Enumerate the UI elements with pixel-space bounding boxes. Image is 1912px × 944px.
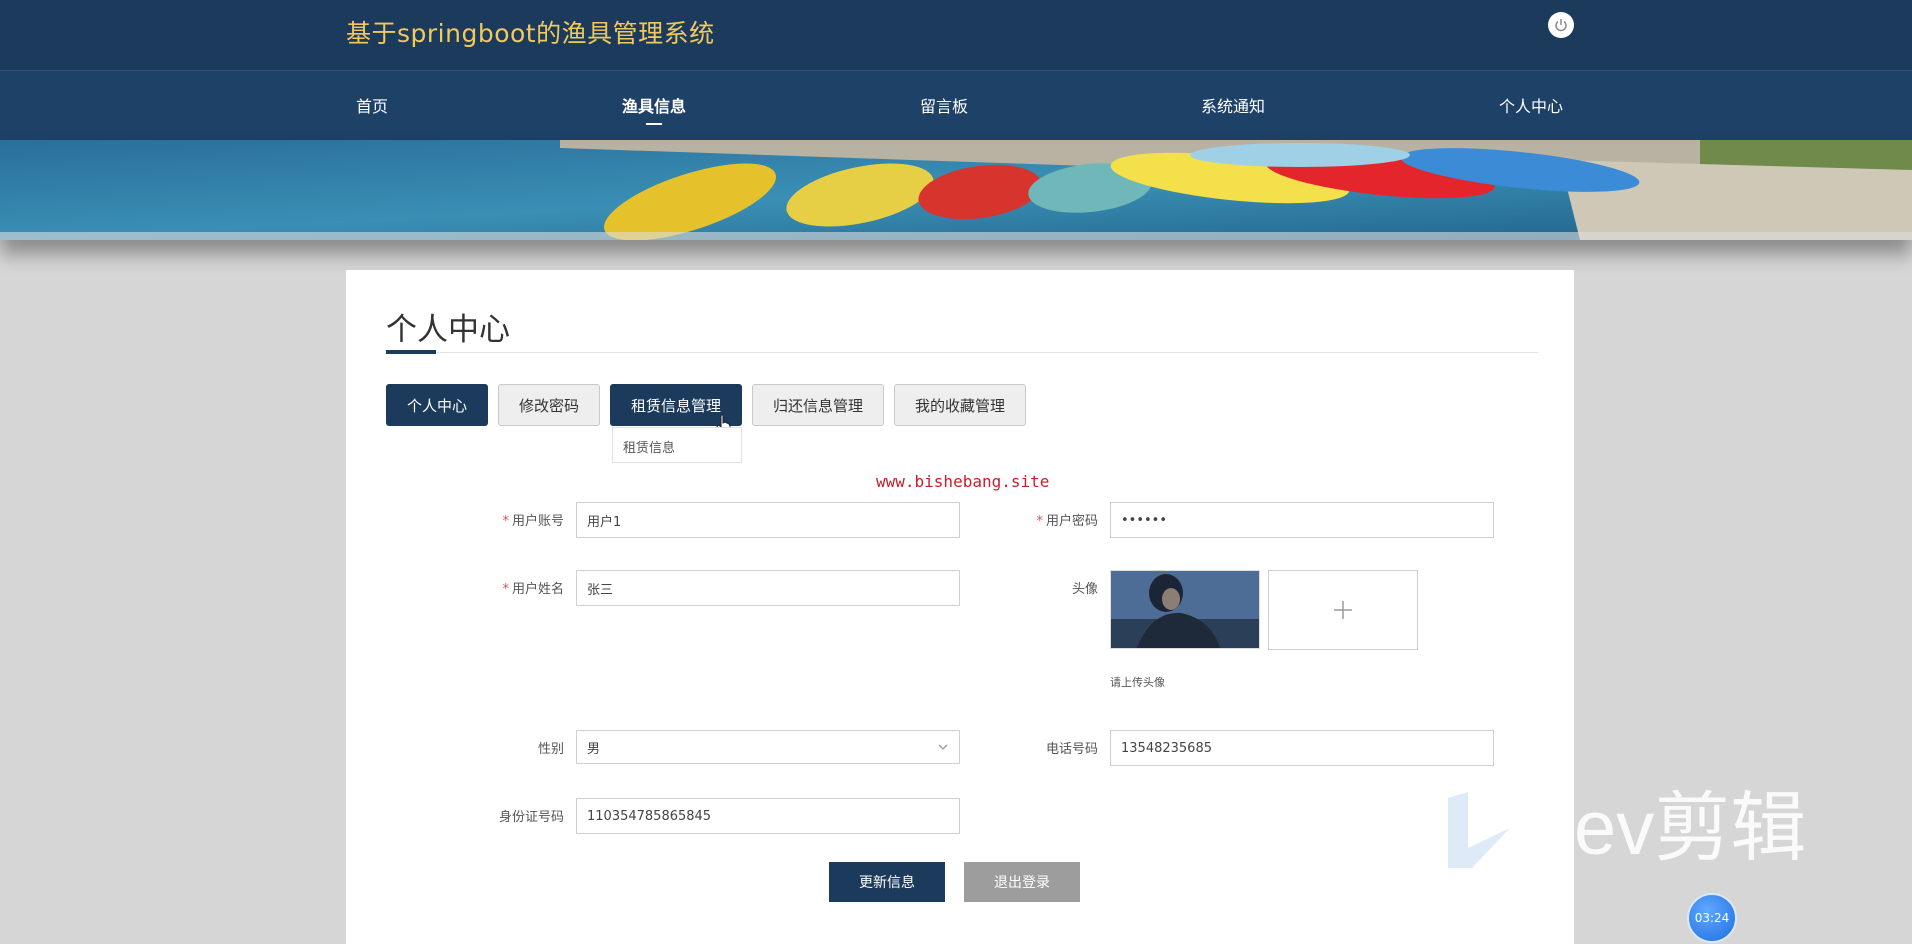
- password-input[interactable]: ••••••: [1110, 502, 1494, 538]
- dropdown-item-rental-info[interactable]: 租赁信息: [612, 427, 742, 463]
- nav-item-home[interactable]: 首页: [356, 93, 388, 117]
- phone-input[interactable]: 13548235685: [1110, 730, 1494, 766]
- main-nav: 首页 渔具信息 留言板 系统通知 个人中心: [0, 70, 1912, 140]
- site-title: 基于springboot的渔具管理系统: [346, 19, 715, 48]
- nav-item-fishing-gear-label: 渔具信息: [622, 97, 687, 116]
- header-bar: 基于springboot的渔具管理系统: [0, 0, 1912, 70]
- boats-scene: [0, 140, 1912, 240]
- title-accent-bar: [386, 350, 436, 354]
- profile-card: 个人中心 个人中心 修改密码 租赁信息管理 归还信息管理 我的收藏管理 租赁信息…: [346, 270, 1574, 944]
- nav-item-fishing-gear[interactable]: 渔具信息: [622, 93, 687, 125]
- plus-icon: [1334, 601, 1352, 619]
- avatar-label: 头像: [1071, 582, 1098, 597]
- tab-change-password[interactable]: 修改密码: [498, 384, 600, 426]
- tab-rental-management-label: 租赁信息管理: [630, 396, 721, 415]
- required-marker: *: [502, 582, 509, 597]
- power-glyph-icon: [1555, 19, 1567, 32]
- id-number-input[interactable]: 110354785865845: [576, 798, 960, 834]
- tab-return-management[interactable]: 归还信息管理: [752, 384, 884, 426]
- avatar-image[interactable]: [1110, 570, 1260, 649]
- account-input[interactable]: 用户1: [576, 502, 960, 538]
- nav-item-notifications[interactable]: 系统通知: [1201, 93, 1265, 117]
- required-marker: *: [1036, 514, 1043, 529]
- gender-select-value: 男: [587, 741, 601, 757]
- nav-item-message-board[interactable]: 留言板: [920, 93, 968, 117]
- page-title: 个人中心: [386, 312, 510, 348]
- ev-editor-watermark: ev剪辑: [1448, 786, 1828, 871]
- tab-profile[interactable]: 个人中心: [386, 384, 488, 426]
- name-label: * 用户姓名: [444, 578, 564, 597]
- watermark-url: www.bishebang.site: [876, 472, 1050, 491]
- nav-item-profile[interactable]: 个人中心: [1499, 93, 1563, 117]
- gender-select[interactable]: 男: [576, 730, 960, 764]
- password-label-text: 用户密码: [1045, 514, 1098, 529]
- name-label-text: 用户姓名: [511, 582, 564, 597]
- gender-label: 性别: [537, 742, 564, 757]
- account-label: * 用户账号: [444, 510, 564, 529]
- logout-button[interactable]: 退出登录: [964, 862, 1080, 902]
- phone-label: 电话号码: [1045, 742, 1098, 757]
- id-number-label: 身份证号码: [498, 810, 564, 825]
- name-input[interactable]: 张三: [576, 570, 960, 606]
- ev-logo-icon: ev剪辑: [1448, 786, 1806, 871]
- avatar-upload-button[interactable]: [1268, 570, 1418, 650]
- recording-timer: 03:24: [1687, 893, 1737, 943]
- title-divider: [386, 352, 1538, 353]
- ev-logo-text: ev剪辑: [1574, 788, 1806, 868]
- avatar-hint: 请上传头像: [1110, 676, 1165, 689]
- banner-image: [0, 140, 1912, 240]
- account-label-text: 用户账号: [511, 514, 564, 529]
- required-marker: *: [502, 514, 509, 529]
- avatar-photo: [1111, 571, 1259, 648]
- tab-favorites-management[interactable]: 我的收藏管理: [894, 384, 1026, 426]
- nav-active-indicator: [646, 123, 662, 125]
- power-icon[interactable]: [1548, 12, 1574, 38]
- password-label: * 用户密码: [978, 510, 1098, 529]
- chevron-down-icon: [938, 744, 948, 750]
- update-info-button[interactable]: 更新信息: [829, 862, 945, 902]
